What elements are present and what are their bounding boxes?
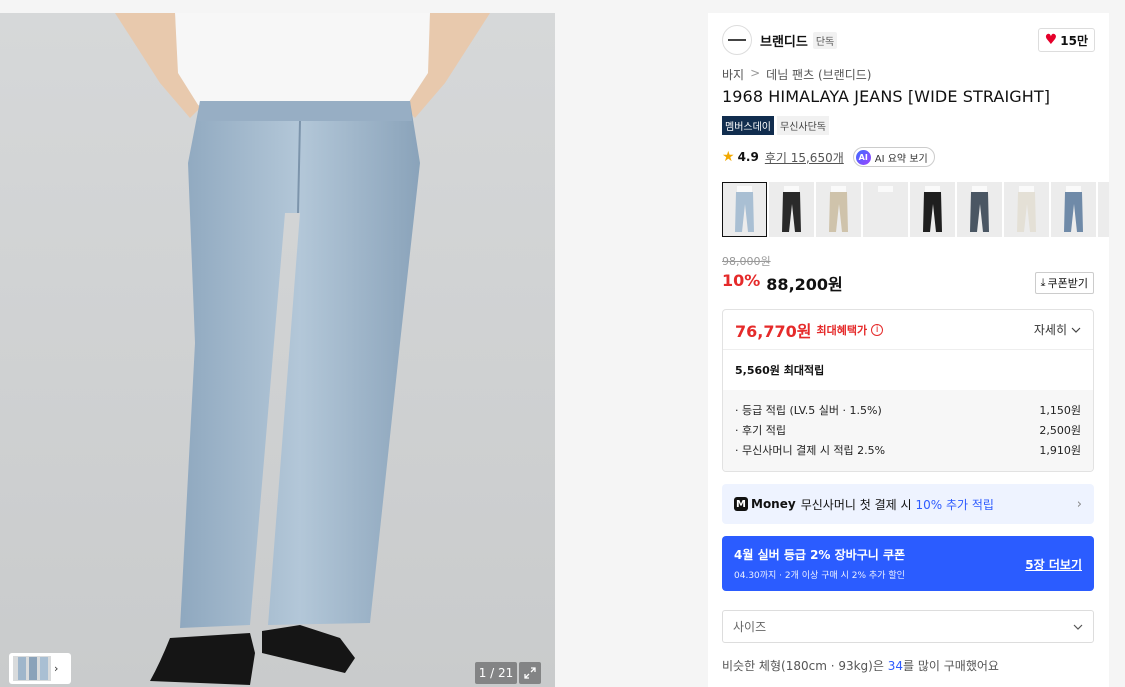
- point-label: · 등급 적립 (LV.5 실버 · 1.5%): [735, 404, 882, 417]
- breadcrumb-separator: >: [750, 66, 761, 80]
- coupon-download-button[interactable]: ⤓ 쿠폰받기: [1034, 272, 1094, 294]
- product-info-panel: 브랜디드 단독 ♥ 15만 바지 > 데님 팬츠 (브랜디드) 1968 HIM…: [708, 13, 1109, 687]
- chevron-right-icon: ›: [1076, 496, 1082, 512]
- rating-value: 4.9: [737, 150, 759, 164]
- max-benefit-price: 76,770원: [735, 321, 812, 341]
- size-select[interactable]: 사이즈: [722, 610, 1094, 643]
- exclusive-badge: 무신사단독: [777, 116, 829, 135]
- musinsa-money-banner[interactable]: M Money 무신사머니 첫 결제 시 10% 추가 적립 ›: [722, 484, 1094, 524]
- rating-row: ★ 4.9 후기 15,650개 AI AI 요약 보기: [722, 147, 935, 167]
- color-swatch[interactable]: [1004, 182, 1049, 237]
- image-counter: 1 / 21: [475, 662, 517, 684]
- expand-icon[interactable]: [519, 662, 541, 684]
- color-swatch[interactable]: [863, 182, 908, 237]
- gallery-thumbnail-strip[interactable]: ›: [9, 653, 71, 684]
- members-day-badge: 멤버스데이: [722, 116, 774, 135]
- point-item: · 후기 적립 2,500원: [735, 420, 1081, 440]
- product-gallery[interactable]: › 1 / 21: [0, 13, 555, 687]
- heart-icon: ♥: [1044, 32, 1058, 48]
- color-swatch[interactable]: [1098, 182, 1109, 237]
- product-badges: 멤버스데이 무신사단독: [722, 116, 829, 135]
- point-value: 1,910원: [1039, 444, 1081, 457]
- like-button[interactable]: ♥ 15만: [1037, 28, 1095, 52]
- detail-label: 자세히: [1033, 323, 1067, 337]
- gallery-thumbnail[interactable]: [13, 656, 51, 681]
- star-icon: ★: [722, 149, 735, 165]
- point-item: · 등급 적립 (LV.5 실버 · 1.5%) 1,150원: [735, 400, 1081, 420]
- color-swatch[interactable]: [816, 182, 861, 237]
- brand-logo[interactable]: [722, 25, 752, 55]
- breadcrumb: 바지 > 데님 팬츠 (브랜디드): [722, 66, 871, 83]
- discount-rate: 10%: [722, 271, 761, 290]
- max-benefit-label: 최대혜택가: [816, 323, 868, 337]
- like-count: 15만: [1060, 33, 1088, 48]
- ai-summary-button[interactable]: AI AI 요약 보기: [852, 147, 935, 167]
- benefit-detail-toggle[interactable]: 자세히: [1034, 321, 1081, 338]
- color-swatch[interactable]: [1051, 182, 1096, 237]
- breadcrumb-subcategory[interactable]: 데님 팬츠 (브랜디드): [766, 66, 871, 83]
- point-label: · 후기 적립: [735, 424, 786, 437]
- original-price: 98,000원: [722, 255, 771, 268]
- points-list: · 등급 적립 (LV.5 실버 · 1.5%) 1,150원 · 후기 적립 2,5…: [723, 390, 1093, 471]
- brand-name[interactable]: 브랜디드: [760, 31, 808, 50]
- ai-icon: AI: [855, 149, 871, 165]
- product-title: 1968 HIMALAYA JEANS [WIDE STRAIGHT]: [722, 87, 1051, 106]
- money-brand: Money: [751, 497, 796, 511]
- similar-suffix: 를 많이 구매했어요: [903, 659, 999, 673]
- point-label: · 무신사머니 결제 시 적립 2.5%: [735, 444, 886, 457]
- money-accent: 10% 추가 적립: [915, 497, 994, 512]
- point-value: 1,150원: [1039, 404, 1081, 417]
- benefit-box: 76,770원 최대혜택가 i 자세히 5,560원 최대적립 · 등급 적립 …: [722, 309, 1094, 472]
- coupon-more-link[interactable]: 5장 더보기: [1025, 556, 1082, 573]
- max-benefit-header[interactable]: 76,770원 최대혜택가 i 자세히: [723, 310, 1093, 350]
- similar-size: 34: [887, 659, 903, 673]
- brand-row: 브랜디드 단독 ♥ 15만: [722, 25, 1095, 55]
- similar-body-recommendation: 비슷한 체형(180cm · 93kg)은 34를 많이 구매했어요: [722, 657, 999, 674]
- coupon-button-label: 쿠폰받기: [1047, 277, 1088, 290]
- color-swatch[interactable]: [910, 182, 955, 237]
- color-swatch[interactable]: [769, 182, 814, 237]
- product-photo: [0, 13, 555, 687]
- money-text: 무신사머니 첫 결제 시: [800, 497, 912, 512]
- chevron-down-icon: [1071, 327, 1081, 333]
- max-points-title: 5,560원 최대적립: [735, 364, 825, 377]
- money-icon: M: [734, 497, 748, 511]
- price-row: 10% 88,200원: [722, 271, 843, 295]
- color-swatch[interactable]: [722, 182, 767, 237]
- point-item: · 무신사머니 결제 시 적립 2.5% 1,910원: [735, 440, 1081, 460]
- cart-coupon-banner: 4월 실버 등급 2% 장바구니 쿠폰 04.30까지 · 2개 이상 구매 시…: [722, 536, 1094, 591]
- info-icon[interactable]: i: [871, 323, 884, 336]
- sale-price: 88,200원: [766, 275, 843, 294]
- review-count-link[interactable]: 후기 15,650개: [765, 149, 844, 166]
- brand-exclusive-tag: 단독: [812, 31, 838, 49]
- chevron-down-icon: [1073, 624, 1083, 630]
- chevron-right-icon: ›: [54, 662, 59, 675]
- download-icon: ⤓: [1040, 276, 1046, 289]
- color-swatch[interactable]: [957, 182, 1002, 237]
- color-swatch-list: [722, 182, 1109, 238]
- breadcrumb-category[interactable]: 바지: [722, 66, 744, 83]
- ai-summary-label: AI 요약 보기: [874, 153, 928, 165]
- point-value: 2,500원: [1039, 424, 1081, 437]
- similar-prefix: 비슷한 체형(180cm · 93kg)은: [722, 659, 884, 673]
- product-page: › 1 / 21 브랜디드 단독 ♥ 15만 바지 > 데님 팬츠 (브랜디드)…: [0, 0, 1125, 687]
- size-placeholder: 사이즈: [733, 620, 767, 634]
